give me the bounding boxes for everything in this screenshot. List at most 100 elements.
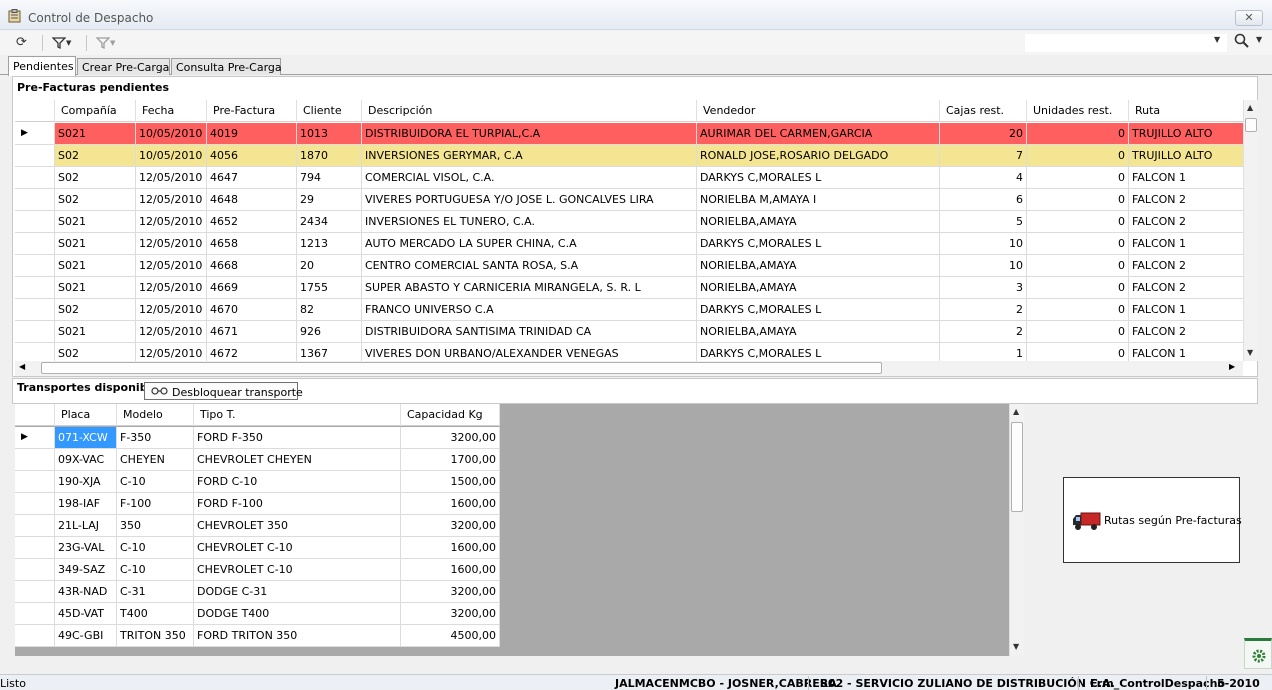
row-selector[interactable] [15, 343, 55, 361]
table-cell[interactable]: C-10 [117, 537, 194, 558]
table-cell[interactable]: CHEVROLET C-10 [194, 559, 401, 580]
tab-consulta-pre-carga[interactable]: Consulta Pre-Carga [171, 58, 282, 75]
table-row[interactable]: S02 10/05/2010 4056 1870 INVERSIONES GERYMAR… [15, 145, 1243, 167]
scroll-thumb[interactable] [41, 362, 882, 374]
table-cell[interactable]: NORIELBA,AMAYA [697, 255, 940, 276]
table-cell[interactable]: 4 [940, 167, 1027, 188]
transportes-vscroll[interactable]: ▲ ▼ [1009, 404, 1024, 656]
table-cell[interactable]: 49C-GBI [55, 625, 117, 646]
table-cell[interactable]: 2 [940, 321, 1027, 342]
table-cell[interactable]: DARKYS C,MORALES L [697, 343, 940, 361]
table-row[interactable]: S02 12/05/2010 4672 1367 VIVERES DON URBANO/… [15, 343, 1243, 361]
table-cell[interactable]: 350 [117, 515, 194, 536]
table-cell[interactable]: FALCON 1 [1129, 299, 1243, 320]
table-cell[interactable]: 190-XJA [55, 471, 117, 492]
table-cell[interactable]: FRANCO UNIVERSO C.A [362, 299, 697, 320]
table-cell[interactable]: 4668 [207, 255, 297, 276]
table-cell[interactable]: F-100 [117, 493, 194, 514]
table-cell[interactable]: 10/05/2010 [136, 145, 207, 166]
tab-crear-pre-carga[interactable]: Crear Pre-Carga [77, 58, 170, 75]
table-cell[interactable]: FORD F-100 [194, 493, 401, 514]
table-cell[interactable]: 0 [1027, 343, 1129, 361]
table-cell[interactable]: TRUJILLO ALTO [1129, 145, 1243, 166]
table-cell[interactable]: NORIELBA,AMAYA [697, 277, 940, 298]
scroll-up-icon[interactable]: ▲ [1247, 103, 1253, 112]
table-cell[interactable]: 0 [1027, 145, 1129, 166]
table-cell[interactable]: INVERSIONES EL TUNERO, C.A. [362, 211, 697, 232]
table-cell[interactable]: 3200,00 [401, 427, 500, 448]
refresh-icon[interactable]: ⟳ [16, 33, 27, 53]
table-cell[interactable]: 4019 [207, 123, 297, 144]
row-selector[interactable]: ▶ [15, 123, 55, 144]
table-cell[interactable]: 10 [940, 255, 1027, 276]
table-cell[interactable]: 3200,00 [401, 581, 500, 602]
table-cell[interactable]: 2 [940, 299, 1027, 320]
table-cell[interactable]: SUPER ABASTO Y CARNICERIA MIRANGELA, S. … [362, 277, 697, 298]
table-row[interactable]: 21L-LAJ 350 CHEVROLET 350 3200,00 [15, 515, 500, 537]
table-cell[interactable]: 0 [1027, 123, 1129, 144]
table-row[interactable]: S02 12/05/2010 4647 794 COMERCIAL VISOL, C.A… [15, 167, 1243, 189]
table-cell[interactable]: CHEVROLET 350 [194, 515, 401, 536]
table-cell[interactable]: 23G-VAL [55, 537, 117, 558]
table-cell[interactable]: C-31 [117, 581, 194, 602]
table-cell[interactable]: 4670 [207, 299, 297, 320]
table-cell[interactable]: 4652 [207, 211, 297, 232]
table-row[interactable]: 198-IAF F-100 FORD F-100 1600,00 [15, 493, 500, 515]
table-cell[interactable]: 4500,00 [401, 625, 500, 646]
table-cell[interactable]: 794 [297, 167, 362, 188]
column-header[interactable]: Tipo T. [194, 404, 401, 426]
table-cell[interactable]: 10 [940, 233, 1027, 254]
table-cell[interactable]: AUTO MERCADO LA SUPER CHINA, C.A [362, 233, 697, 254]
row-selector[interactable] [15, 471, 55, 492]
table-cell[interactable]: 12/05/2010 [136, 255, 207, 276]
table-cell[interactable]: COMERCIAL VISOL, C.A. [362, 167, 697, 188]
table-cell[interactable]: S02 [55, 343, 136, 361]
row-selector[interactable] [15, 277, 55, 298]
table-cell[interactable]: 21L-LAJ [55, 515, 117, 536]
row-selector[interactable] [15, 537, 55, 558]
table-cell[interactable]: 349-SAZ [55, 559, 117, 580]
table-cell[interactable]: 0 [1027, 321, 1129, 342]
row-selector[interactable] [15, 515, 55, 536]
table-row[interactable]: 43R-NAD C-31 DODGE C-31 3200,00 [15, 581, 500, 603]
column-header[interactable]: Capacidad Kg [401, 404, 500, 426]
table-cell[interactable]: 82 [297, 299, 362, 320]
table-cell[interactable]: 4056 [207, 145, 297, 166]
table-cell[interactable]: 4648 [207, 189, 297, 210]
column-header[interactable]: Pre-Factura [207, 100, 297, 122]
table-row[interactable]: 09X-VAC CHEYEN CHEVROLET CHEYEN 1700,00 [15, 449, 500, 471]
table-cell[interactable]: 198-IAF [55, 493, 117, 514]
row-selector[interactable] [15, 255, 55, 276]
row-selector[interactable] [15, 167, 55, 188]
table-row[interactable]: S021 12/05/2010 4658 1213 AUTO MERCADO LA SU… [15, 233, 1243, 255]
row-selector[interactable] [15, 321, 55, 342]
table-cell[interactable]: FALCON 2 [1129, 189, 1243, 210]
table-cell[interactable]: DARKYS C,MORALES L [697, 299, 940, 320]
table-cell[interactable]: 3200,00 [401, 603, 500, 624]
table-cell[interactable]: 926 [297, 321, 362, 342]
scroll-down-icon[interactable]: ▼ [1013, 642, 1019, 651]
table-cell[interactable]: CHEVROLET C-10 [194, 537, 401, 558]
table-cell[interactable]: 1367 [297, 343, 362, 361]
table-cell[interactable]: 3 [940, 277, 1027, 298]
table-cell[interactable]: C-10 [117, 471, 194, 492]
table-cell[interactable]: 1500,00 [401, 471, 500, 492]
scroll-down-icon[interactable]: ▼ [1247, 348, 1253, 357]
scroll-left-icon[interactable]: ◀ [19, 362, 25, 371]
table-cell[interactable]: CHEVROLET CHEYEN [194, 449, 401, 470]
table-cell[interactable]: INVERSIONES GERYMAR, C.A [362, 145, 697, 166]
table-cell[interactable]: S021 [55, 211, 136, 232]
table-row[interactable]: S021 12/05/2010 4669 1755 SUPER ABASTO Y CAR… [15, 277, 1243, 299]
table-cell[interactable]: NORIELBA,AMAYA [697, 321, 940, 342]
table-row[interactable]: 349-SAZ C-10 CHEVROLET C-10 1600,00 [15, 559, 500, 581]
table-cell[interactable]: DISTRIBUIDORA EL TURPIAL,C.A [362, 123, 697, 144]
table-cell[interactable]: 09X-VAC [55, 449, 117, 470]
table-cell[interactable]: 0 [1027, 299, 1129, 320]
table-cell[interactable]: VIVERES DON URBANO/ALEXANDER VENEGAS [362, 343, 697, 361]
row-selector[interactable] [15, 625, 55, 646]
table-cell[interactable]: DARKYS C,MORALES L [697, 233, 940, 254]
table-cell[interactable]: 43R-NAD [55, 581, 117, 602]
search-input[interactable] [1025, 34, 1227, 52]
chevron-down-icon[interactable]: ▼ [1214, 35, 1220, 44]
row-selector[interactable] [15, 233, 55, 254]
